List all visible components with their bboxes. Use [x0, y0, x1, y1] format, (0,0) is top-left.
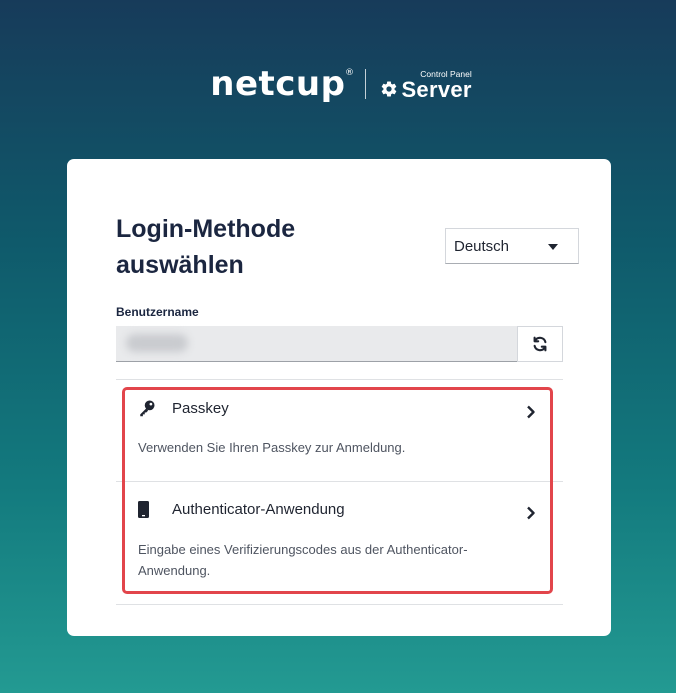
refresh-icon — [533, 336, 547, 352]
gear-icon — [382, 81, 397, 97]
caret-down-icon — [548, 244, 558, 250]
username-field[interactable] — [116, 326, 517, 362]
key-icon — [140, 400, 155, 417]
title-line-1: Login-Methode — [116, 215, 296, 243]
method-title: Passkey — [172, 400, 229, 417]
username-label: Benutzername — [116, 305, 199, 319]
login-card: Login-Methode auswählen Deutsch Benutzer… — [67, 159, 611, 636]
divider — [116, 604, 563, 605]
method-option-passkey[interactable]: Passkey Verwenden Sie Ihren Passkey zur … — [116, 380, 563, 481]
brand-divider — [365, 69, 367, 99]
language-selected-value: Deutsch — [454, 237, 510, 255]
brand-product-main: Server — [401, 77, 472, 102]
phone-icon — [138, 501, 149, 518]
title-line-2: auswählen — [116, 251, 244, 279]
username-redacted-value — [126, 334, 188, 352]
method-description: Verwenden Sie Ihren Passkey zur Anmeldun… — [138, 440, 406, 455]
registered-mark: ® — [344, 68, 355, 78]
brand-name: netcup ® — [210, 64, 355, 104]
refresh-button[interactable] — [517, 326, 563, 362]
chevron-right-icon — [527, 405, 535, 419]
brand-product: Control Panel Server — [380, 67, 472, 102]
method-option-authenticator[interactable]: Authenticator-Anwendung Eingabe eines Ve… — [116, 482, 563, 603]
chevron-right-icon — [527, 506, 535, 520]
page-title: Login-Methode auswählen — [116, 211, 376, 283]
method-description: Eingabe eines Verifizierungscodes aus de… — [138, 542, 468, 578]
language-select[interactable]: Deutsch — [445, 228, 579, 264]
brand-logo: netcup ® Control Panel Server — [0, 62, 676, 106]
method-title: Authenticator-Anwendung — [172, 501, 345, 518]
